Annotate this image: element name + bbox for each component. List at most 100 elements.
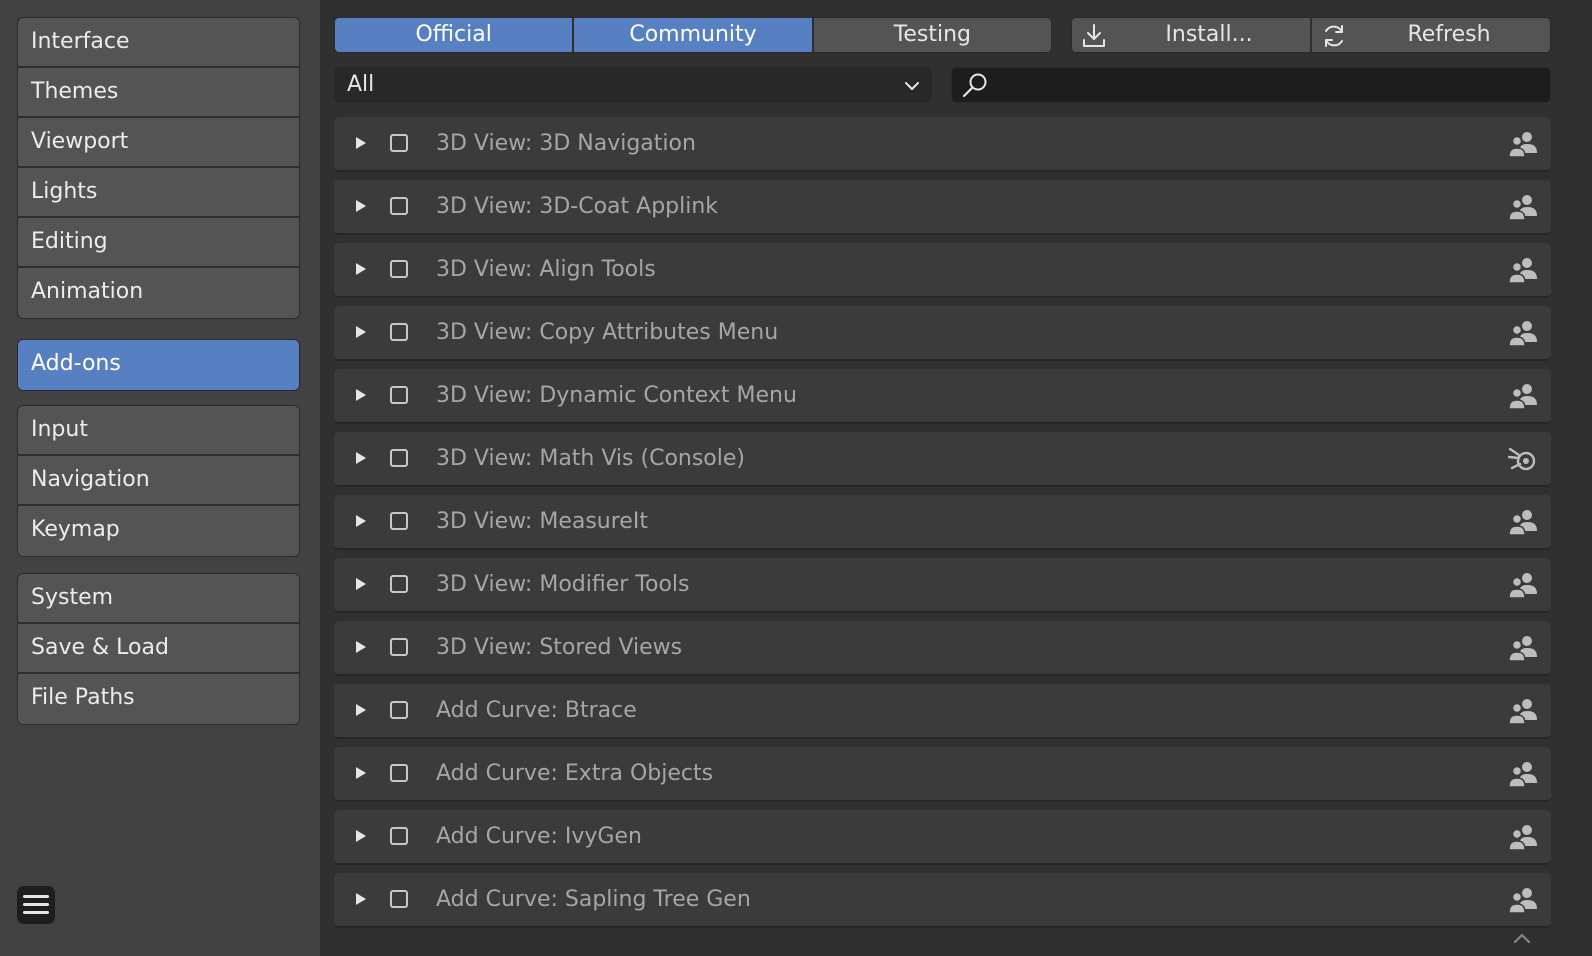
addon-row[interactable]: 3D View: Modifier Tools <box>334 558 1551 613</box>
addon-row[interactable]: 3D View: Stored Views <box>334 621 1551 676</box>
expand-triangle-icon[interactable] <box>354 765 368 781</box>
sidebar-item-keymap[interactable]: Keymap <box>18 506 299 556</box>
community-users-icon <box>1508 888 1537 914</box>
addon-enable-checkbox[interactable] <box>390 764 408 782</box>
sidebar-item-lights[interactable]: Lights <box>18 168 299 218</box>
addon-enable-checkbox[interactable] <box>390 197 408 215</box>
addon-enable-checkbox[interactable] <box>390 827 408 845</box>
addon-name: 3D View: Align Tools <box>436 257 656 282</box>
addon-enable-checkbox[interactable] <box>390 701 408 719</box>
community-users-icon <box>1508 132 1537 158</box>
community-users-icon <box>1508 573 1537 599</box>
addon-enable-checkbox[interactable] <box>390 890 408 908</box>
addon-list: 3D View: 3D Navigation 3D View: 3D-Coat A… <box>334 117 1551 956</box>
addon-name: 3D View: Stored Views <box>436 635 683 660</box>
download-icon <box>1083 24 1105 47</box>
refresh-icon <box>1325 25 1343 47</box>
search-input[interactable] <box>996 68 1540 104</box>
expand-triangle-icon[interactable] <box>354 198 368 214</box>
addon-name: 3D View: 3D Navigation <box>436 131 696 156</box>
sidebar-item-animation[interactable]: Animation <box>18 268 299 318</box>
community-users-icon <box>1508 762 1537 788</box>
sidebar-item-input[interactable]: Input <box>18 406 299 456</box>
expand-triangle-icon[interactable] <box>354 261 368 277</box>
sidebar-item-addons[interactable]: Add-ons <box>18 340 299 390</box>
expand-triangle-icon[interactable] <box>354 135 368 151</box>
preferences-sidebar: Interface Themes Viewport Lights Editing… <box>0 0 320 956</box>
blender-logo-icon <box>1507 447 1536 471</box>
expand-triangle-icon[interactable] <box>354 576 368 592</box>
expand-triangle-icon[interactable] <box>354 387 368 403</box>
expand-triangle-icon[interactable] <box>354 450 368 466</box>
category-dropdown-value: All <box>347 72 375 97</box>
community-users-icon <box>1508 510 1537 536</box>
hamburger-menu-icon[interactable] <box>17 886 55 924</box>
addon-enable-checkbox[interactable] <box>390 323 408 341</box>
sidebar-item-file-paths[interactable]: File Paths <box>18 674 299 724</box>
community-users-icon <box>1508 384 1537 410</box>
sidebar-item-system[interactable]: System <box>18 574 299 624</box>
addon-enable-checkbox[interactable] <box>390 638 408 656</box>
addon-name: 3D View: MeasureIt <box>436 509 648 534</box>
addon-row[interactable]: 3D View: Dynamic Context Menu <box>334 369 1551 424</box>
refresh-button-label: Refresh <box>1407 22 1491 47</box>
expand-triangle-icon[interactable] <box>354 639 368 655</box>
addon-enable-checkbox[interactable] <box>390 260 408 278</box>
community-users-icon <box>1508 258 1537 284</box>
addon-enable-checkbox[interactable] <box>390 449 408 467</box>
sidebar-item-viewport[interactable]: Viewport <box>18 118 299 168</box>
community-users-icon <box>1508 321 1537 347</box>
search-field[interactable] <box>951 67 1551 104</box>
addon-name: 3D View: Modifier Tools <box>436 572 690 597</box>
addon-name: 3D View: Math Vis (Console) <box>436 446 745 471</box>
addon-enable-checkbox[interactable] <box>390 134 408 152</box>
addon-enable-checkbox[interactable] <box>390 575 408 593</box>
addon-row[interactable]: Add Curve: IvyGen <box>334 810 1551 865</box>
expand-triangle-icon[interactable] <box>354 891 368 907</box>
sidebar-item-themes[interactable]: Themes <box>18 68 299 118</box>
addon-row[interactable]: 3D View: Copy Attributes Menu <box>334 306 1551 361</box>
sidebar-item-navigation[interactable]: Navigation <box>18 456 299 506</box>
addon-enable-checkbox[interactable] <box>390 512 408 530</box>
addon-row[interactable]: 3D View: 3D-Coat Applink <box>334 180 1551 235</box>
sidebar-item-save-load[interactable]: Save & Load <box>18 624 299 674</box>
refresh-button[interactable]: Refresh <box>1312 18 1550 52</box>
addon-row[interactable]: 3D View: MeasureIt <box>334 495 1551 550</box>
community-users-icon <box>1508 636 1537 662</box>
expand-triangle-icon[interactable] <box>354 828 368 844</box>
community-users-icon <box>1508 195 1537 221</box>
expand-triangle-icon[interactable] <box>354 702 368 718</box>
tab-community[interactable]: Community <box>574 18 814 52</box>
addon-row[interactable]: 3D View: Math Vis (Console) <box>334 432 1551 487</box>
community-users-icon <box>1508 825 1537 851</box>
addon-name: 3D View: Copy Attributes Menu <box>436 320 779 345</box>
addon-name: Add Curve: Sapling Tree Gen <box>436 887 751 912</box>
support-level-tabs: Official Community Testing <box>334 17 1052 53</box>
addon-name: Add Curve: IvyGen <box>436 824 642 849</box>
install-button[interactable]: Install... <box>1072 18 1312 52</box>
nav-group-addons: Add-ons <box>17 339 300 391</box>
tab-official[interactable]: Official <box>335 18 575 52</box>
tab-testing[interactable]: Testing <box>813 18 1051 52</box>
addon-row[interactable]: 3D View: 3D Navigation <box>334 117 1551 172</box>
sidebar-item-editing[interactable]: Editing <box>18 218 299 268</box>
category-dropdown[interactable]: All <box>334 67 932 103</box>
addon-name: 3D View: 3D-Coat Applink <box>436 194 719 219</box>
sidebar-item-interface[interactable]: Interface <box>18 18 299 68</box>
addon-enable-checkbox[interactable] <box>390 386 408 404</box>
community-users-icon <box>1508 699 1537 725</box>
install-button-label: Install... <box>1165 22 1253 47</box>
addon-row[interactable]: Add Curve: Btrace <box>334 684 1551 739</box>
expand-triangle-icon[interactable] <box>354 324 368 340</box>
addon-name: 3D View: Dynamic Context Menu <box>436 383 797 408</box>
expand-triangle-icon[interactable] <box>354 513 368 529</box>
addon-row[interactable]: 3D View: Align Tools <box>334 243 1551 298</box>
nav-group-system: System Save & Load File Paths <box>17 573 300 725</box>
scroll-up-icon[interactable] <box>1508 930 1536 946</box>
search-icon <box>962 73 987 98</box>
addons-panel: Official Community Testing Install... Re… <box>320 0 1592 956</box>
addon-actions: Install... Refresh <box>1071 17 1551 53</box>
addon-row[interactable]: Add Curve: Extra Objects <box>334 747 1551 802</box>
addon-row[interactable]: Add Curve: Sapling Tree Gen <box>334 873 1551 928</box>
preferences-window: Interface Themes Viewport Lights Editing… <box>0 0 1592 956</box>
